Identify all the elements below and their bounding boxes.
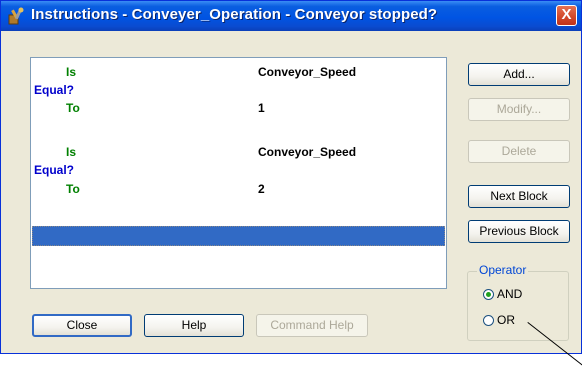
- instruction-keyword: Equal?: [34, 83, 75, 97]
- command-help-button[interactable]: Command Help: [256, 314, 368, 337]
- instruction-field: Conveyor_Speed: [258, 145, 357, 159]
- delete-button[interactable]: Delete: [468, 140, 570, 163]
- tools-icon: [8, 7, 24, 25]
- instruction-value: 2: [258, 182, 265, 196]
- radio-selected-icon[interactable]: [483, 289, 494, 300]
- and-label: AND: [497, 287, 523, 301]
- instruction-list[interactable]: Is Conveyor_Speed Equal? To 1 Is Conveyo…: [30, 57, 447, 289]
- selected-empty-row[interactable]: [32, 226, 445, 246]
- instructions-dialog: Instructions - Conveyer_Operation - Conv…: [0, 0, 582, 354]
- or-label: OR: [497, 313, 515, 327]
- modify-button[interactable]: Modify...: [468, 98, 570, 121]
- operator-legend: Operator: [477, 263, 529, 277]
- operator-or-option[interactable]: OR: [483, 313, 515, 327]
- next-block-button[interactable]: Next Block: [468, 185, 570, 208]
- window-title: Instructions - Conveyer_Operation - Conv…: [31, 6, 438, 23]
- add-button[interactable]: Add...: [468, 63, 570, 86]
- operator-group: [467, 271, 569, 341]
- instruction-keyword: Is: [66, 65, 77, 79]
- close-button[interactable]: Close: [32, 314, 132, 337]
- close-icon[interactable]: X: [556, 5, 577, 26]
- instruction-keyword: To: [66, 182, 80, 196]
- help-button[interactable]: Help: [144, 314, 244, 337]
- instruction-field: Conveyor_Speed: [258, 65, 357, 79]
- instruction-value: 1: [258, 101, 265, 115]
- instruction-keyword: To: [66, 101, 80, 115]
- instruction-keyword: Is: [66, 145, 77, 159]
- title-bar[interactable]: Instructions - Conveyer_Operation - Conv…: [1, 1, 581, 31]
- operator-and-option[interactable]: AND: [483, 287, 522, 301]
- instruction-keyword: Equal?: [34, 163, 75, 177]
- previous-block-button[interactable]: Previous Block: [468, 220, 570, 243]
- radio-unselected-icon[interactable]: [483, 315, 494, 326]
